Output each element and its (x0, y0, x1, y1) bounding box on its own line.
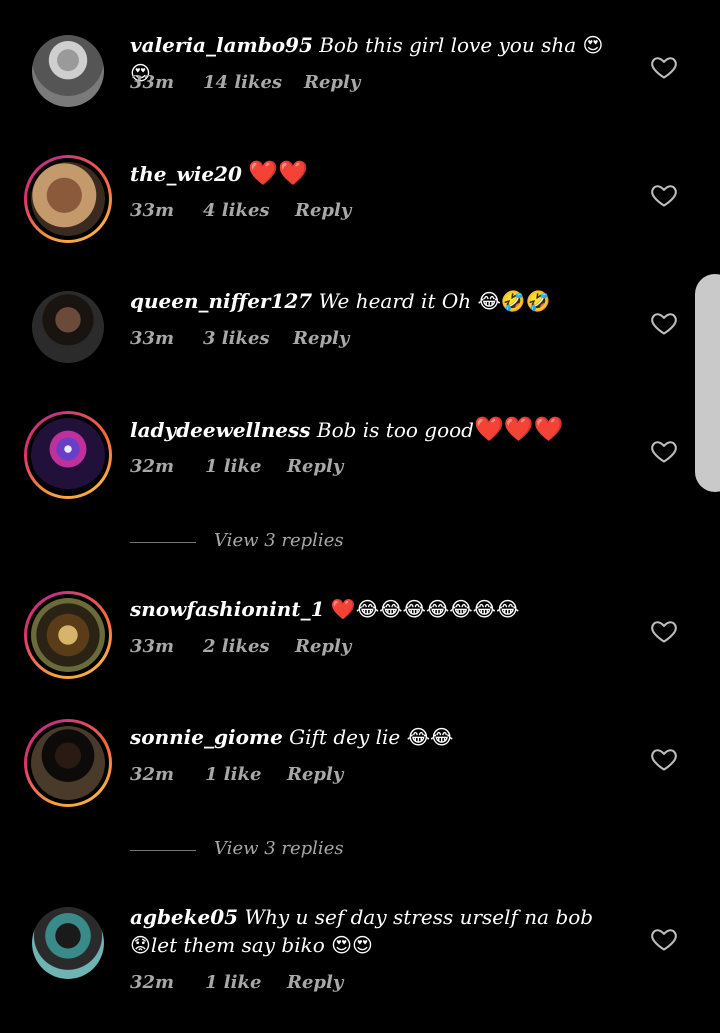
comment-likes[interactable]: 1 like (205, 456, 261, 477)
comment-username[interactable]: the_wie20 (130, 162, 242, 186)
reply-button[interactable]: Reply (304, 72, 360, 93)
reply-button[interactable]: Reply (287, 456, 343, 477)
heart-outline-icon[interactable] (650, 745, 678, 773)
heart-outline-icon[interactable] (650, 181, 678, 209)
avatar-image (31, 162, 105, 236)
avatar[interactable] (24, 591, 112, 679)
heart-outline-icon[interactable] (650, 309, 678, 337)
comment-likes[interactable]: 4 likes (203, 200, 270, 221)
avatar-story-ring (27, 594, 109, 676)
avatar-image (31, 418, 105, 492)
comment-text: the_wie20 ❤️❤️ (130, 159, 620, 188)
comment-username[interactable]: snowfashionint_1 (130, 597, 325, 621)
comment-emoji: 😟 (130, 933, 151, 957)
comment-time: 33m (130, 72, 175, 93)
view-replies-divider (130, 542, 196, 543)
comment-likes[interactable]: 1 like (205, 972, 261, 993)
comment-body: Bob is too good (316, 418, 474, 442)
comment-username[interactable]: queen_niffer127 (130, 289, 312, 313)
comment-likes[interactable]: 1 like (205, 764, 261, 785)
comment-emoji-2: 😍😍 (331, 933, 373, 957)
comment-text: queen_niffer127 We heard it Oh 😂🤣🤣 (130, 287, 620, 315)
comment-time: 33m (130, 636, 175, 657)
reply-button[interactable]: Reply (287, 972, 343, 993)
avatar-story-ring (27, 722, 109, 804)
comment-emoji: 😂🤣🤣 (477, 289, 551, 313)
avatar-story-ring (27, 158, 109, 240)
comment-body: Gift dey lie (289, 725, 401, 749)
avatar[interactable] (24, 411, 112, 499)
reply-button[interactable]: Reply (295, 636, 351, 657)
comment-text: ladydeewellness Bob is too good❤️❤️❤️ (130, 415, 620, 444)
heart-outline-icon[interactable] (650, 925, 678, 953)
edge-panel-handle[interactable] (695, 274, 720, 492)
avatar[interactable] (24, 27, 112, 115)
comment-time: 32m (130, 456, 175, 477)
heart-outline-icon[interactable] (650, 617, 678, 645)
reply-button[interactable]: Reply (287, 764, 343, 785)
reply-button[interactable]: Reply (293, 328, 349, 349)
comment-body-continued: let them say biko (150, 933, 325, 957)
comment-time: 33m (130, 328, 175, 349)
avatar-image (32, 35, 104, 107)
avatar-image (32, 907, 104, 979)
view-replies-label[interactable]: View 3 replies (214, 530, 344, 551)
avatar[interactable] (24, 899, 112, 987)
comment-likes[interactable]: 14 likes (203, 72, 282, 93)
comment-emoji: ❤️❤️❤️ (473, 415, 564, 443)
comment-username[interactable]: agbeke05 (130, 905, 238, 929)
comment-username[interactable]: sonnie_giome (130, 725, 283, 749)
view-replies-divider (130, 850, 196, 851)
avatar[interactable] (24, 155, 112, 243)
comment-emoji: 😂😂 (406, 725, 454, 749)
comment-time: 32m (130, 764, 175, 785)
avatar-image (31, 598, 105, 672)
avatar-image (31, 726, 105, 800)
avatar-image (32, 291, 104, 363)
comment-time: 32m (130, 972, 175, 993)
comment-time: 33m (130, 200, 175, 221)
comment-likes[interactable]: 2 likes (203, 636, 270, 657)
comment-text: sonnie_giome Gift dey lie 😂😂 (130, 723, 620, 751)
heart-outline-icon[interactable] (650, 53, 678, 81)
comment-username[interactable]: valeria_lambo95 (130, 33, 313, 57)
comment-text: snowfashionint_1 ❤️😂😂😂😂😂😂😂 (130, 595, 620, 623)
comment-likes[interactable]: 3 likes (203, 328, 270, 349)
comment-emoji: ❤️❤️ (248, 159, 308, 187)
comment-body: Why u sef day stress urself na bob (244, 905, 594, 929)
comment-username[interactable]: ladydeewellness (130, 418, 311, 442)
comment-body: We heard it Oh (318, 289, 472, 313)
avatar[interactable] (24, 283, 112, 371)
comment-body: Bob this girl love you sha (319, 33, 577, 57)
view-replies-label[interactable]: View 3 replies (214, 838, 344, 859)
avatar-story-ring (27, 414, 109, 496)
heart-outline-icon[interactable] (650, 437, 678, 465)
reply-button[interactable]: Reply (295, 200, 351, 221)
avatar[interactable] (24, 719, 112, 807)
comment-emoji: ❤️😂😂😂😂😂😂😂 (330, 597, 520, 621)
comment-text: agbeke05 Why u sef day stress urself na … (130, 903, 620, 959)
